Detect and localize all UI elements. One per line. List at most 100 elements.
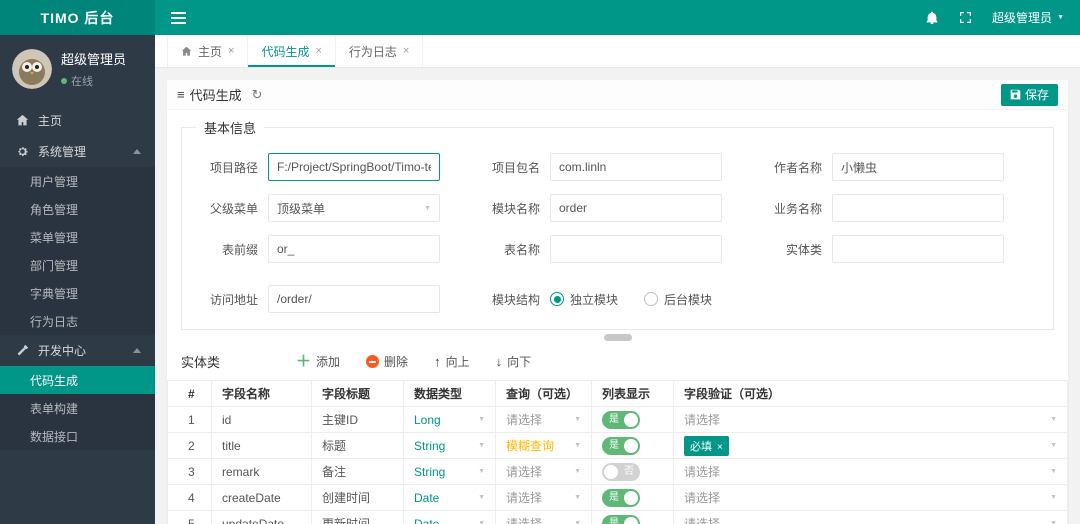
sidebar-item-users[interactable]: 用户管理: [0, 167, 155, 195]
list-icon: ≡: [177, 87, 185, 102]
list-display-cell: 是: [591, 406, 674, 433]
table-name-input[interactable]: [550, 235, 722, 263]
bell-icon[interactable]: [925, 10, 939, 25]
list-display-cell: 是: [591, 432, 674, 459]
panel-title: 代码生成: [189, 88, 242, 103]
tab-home[interactable]: 主页 ×: [167, 35, 249, 67]
panel-body: 基本信息 项目路径 项目包名: [167, 110, 1068, 524]
close-icon[interactable]: ×: [403, 45, 409, 57]
validation-select[interactable]: 请选择 ▼: [684, 411, 1057, 428]
business-name-input[interactable]: [832, 194, 1004, 222]
close-icon[interactable]: ×: [315, 45, 321, 57]
sidebar-item-roles[interactable]: 角色管理: [0, 195, 155, 223]
toggle-knob: [624, 516, 638, 524]
fullscreen-icon[interactable]: [959, 11, 972, 24]
module-name-input[interactable]: [550, 194, 722, 222]
field-entity-class: 实体类: [754, 235, 1004, 263]
field-name-cell: createDate: [211, 484, 312, 511]
toggle-knob: [624, 412, 638, 427]
sidebar: 超级管理员 在线 主页 系统管理 用户管理 角色管理 菜单管理 部门管理 字典管…: [0, 35, 155, 524]
topbar: TIMO 后台 超级管理员 ▼: [0, 0, 1080, 35]
validation-select[interactable]: 请选择 ▼: [684, 489, 1057, 506]
save-button[interactable]: 保存: [1000, 83, 1058, 106]
user-menu[interactable]: 超级管理员 ▼: [992, 9, 1064, 26]
field-module-name: 模块名称: [472, 194, 722, 222]
sidebar-item-data-api[interactable]: 数据接口: [0, 422, 155, 450]
chevron-down-icon: ▼: [574, 416, 581, 423]
access-url-input[interactable]: [268, 285, 440, 313]
content-area: ≡ 代码生成 ↻ 保存 基本信息 项目路径 F:/Project/SpringB…: [155, 68, 1080, 524]
required-tag[interactable]: 必填: [684, 435, 729, 456]
data-type-select[interactable]: Long ▼: [414, 413, 485, 427]
tab-action-log[interactable]: 行为日志 ×: [336, 35, 424, 67]
move-up-button[interactable]: ↑ 向上: [434, 353, 470, 370]
data-type-select[interactable]: Date ▼: [414, 491, 485, 505]
query-select[interactable]: 请选择 ▼: [506, 515, 581, 524]
app-logo: TIMO 后台: [0, 0, 155, 35]
sidebar-item-form-builder[interactable]: 表单构建: [0, 394, 155, 422]
query-cell: 模糊查询 ▼: [495, 432, 592, 459]
validation-cell: 请选择 ▼: [673, 458, 1068, 485]
query-select[interactable]: 模糊查询 ▼: [506, 437, 581, 454]
radio-icon: [550, 292, 564, 306]
list-display-toggle[interactable]: 是: [602, 436, 640, 455]
data-type-select[interactable]: Date ▼: [414, 517, 485, 524]
validation-cell: 请选择 ▼: [673, 510, 1068, 524]
sidebar-item-departments[interactable]: 部门管理: [0, 251, 155, 279]
data-type-select[interactable]: String ▼: [414, 465, 485, 479]
column-header-index: #: [167, 380, 212, 407]
sidebar-item-home[interactable]: 主页: [0, 105, 155, 136]
list-display-toggle[interactable]: 否: [602, 462, 640, 481]
sidebar-item-code-generation[interactable]: 代码生成: [0, 366, 155, 394]
query-select[interactable]: 请选择 ▼: [506, 463, 581, 480]
toggle-knob: [624, 490, 638, 505]
toggle-knob: [604, 464, 618, 479]
radio-label: 后台模块: [664, 292, 713, 307]
sidebar-item-action-log[interactable]: 行为日志: [0, 307, 155, 335]
field-label: 父级菜单: [209, 201, 258, 216]
sidebar-item-dictionary[interactable]: 字典管理: [0, 279, 155, 307]
list-display-toggle[interactable]: 是: [602, 488, 640, 507]
move-down-button[interactable]: ↓ 向下: [496, 353, 532, 370]
chevron-down-icon: ▼: [478, 442, 485, 449]
author-input[interactable]: [832, 153, 1004, 181]
sidebar-group-system[interactable]: 系统管理: [0, 136, 155, 167]
hammer-icon: [16, 344, 29, 357]
column-header-data-type: 数据类型: [403, 380, 496, 407]
close-icon[interactable]: ×: [228, 45, 234, 57]
project-path-input[interactable]: [268, 153, 440, 181]
tab-code-generation[interactable]: 代码生成 ×: [248, 35, 336, 67]
package-name-input[interactable]: [550, 153, 722, 181]
field-parent-menu: 父级菜单 顶级菜单 ▼: [190, 194, 440, 222]
sidebar-group-devcenter[interactable]: 开发中心: [0, 335, 155, 366]
module-structure-radios: 独立模块 后台模块: [550, 291, 712, 308]
parent-menu-select[interactable]: 顶级菜单 ▼: [268, 194, 440, 222]
chevron-up-icon: [133, 348, 141, 353]
query-select[interactable]: 请选择 ▼: [506, 489, 581, 506]
list-display-toggle[interactable]: 是: [602, 514, 640, 524]
field-table-prefix: 表前缀: [190, 235, 440, 263]
sidebar-item-menus[interactable]: 菜单管理: [0, 223, 155, 251]
validation-select[interactable]: 请选择 ▼: [684, 463, 1057, 480]
query-select[interactable]: 请选择 ▼: [506, 411, 581, 428]
list-display-toggle[interactable]: 是: [602, 410, 640, 429]
validation-select[interactable]: 请选择 ▼: [684, 515, 1057, 524]
delete-row-button[interactable]: 删除: [366, 353, 408, 370]
refresh-icon[interactable]: ↻: [252, 87, 263, 103]
gear-icon: [16, 145, 29, 158]
add-row-button[interactable]: ＋ 添加: [296, 353, 340, 370]
field-project-path: 项目路径: [190, 153, 440, 181]
radio-standalone-module[interactable]: 独立模块: [550, 291, 618, 308]
field-access-url: 访问地址: [190, 285, 440, 313]
validation-select[interactable]: 必填 ▼: [684, 435, 1057, 456]
table-prefix-input[interactable]: [268, 235, 440, 263]
data-type-select[interactable]: String ▼: [414, 439, 485, 453]
entity-class-input[interactable]: [832, 235, 1004, 263]
main-frame: 超级管理员 在线 主页 系统管理 用户管理 角色管理 菜单管理 部门管理 字典管…: [0, 35, 1080, 524]
hamburger-menu-icon[interactable]: [171, 0, 186, 35]
chevron-down-icon: ▼: [478, 494, 485, 501]
user-menu-label: 超级管理员: [992, 11, 1053, 25]
avatar: [12, 49, 52, 89]
scrollbar-thumb[interactable]: [603, 334, 632, 341]
radio-backend-module[interactable]: 后台模块: [644, 291, 712, 308]
